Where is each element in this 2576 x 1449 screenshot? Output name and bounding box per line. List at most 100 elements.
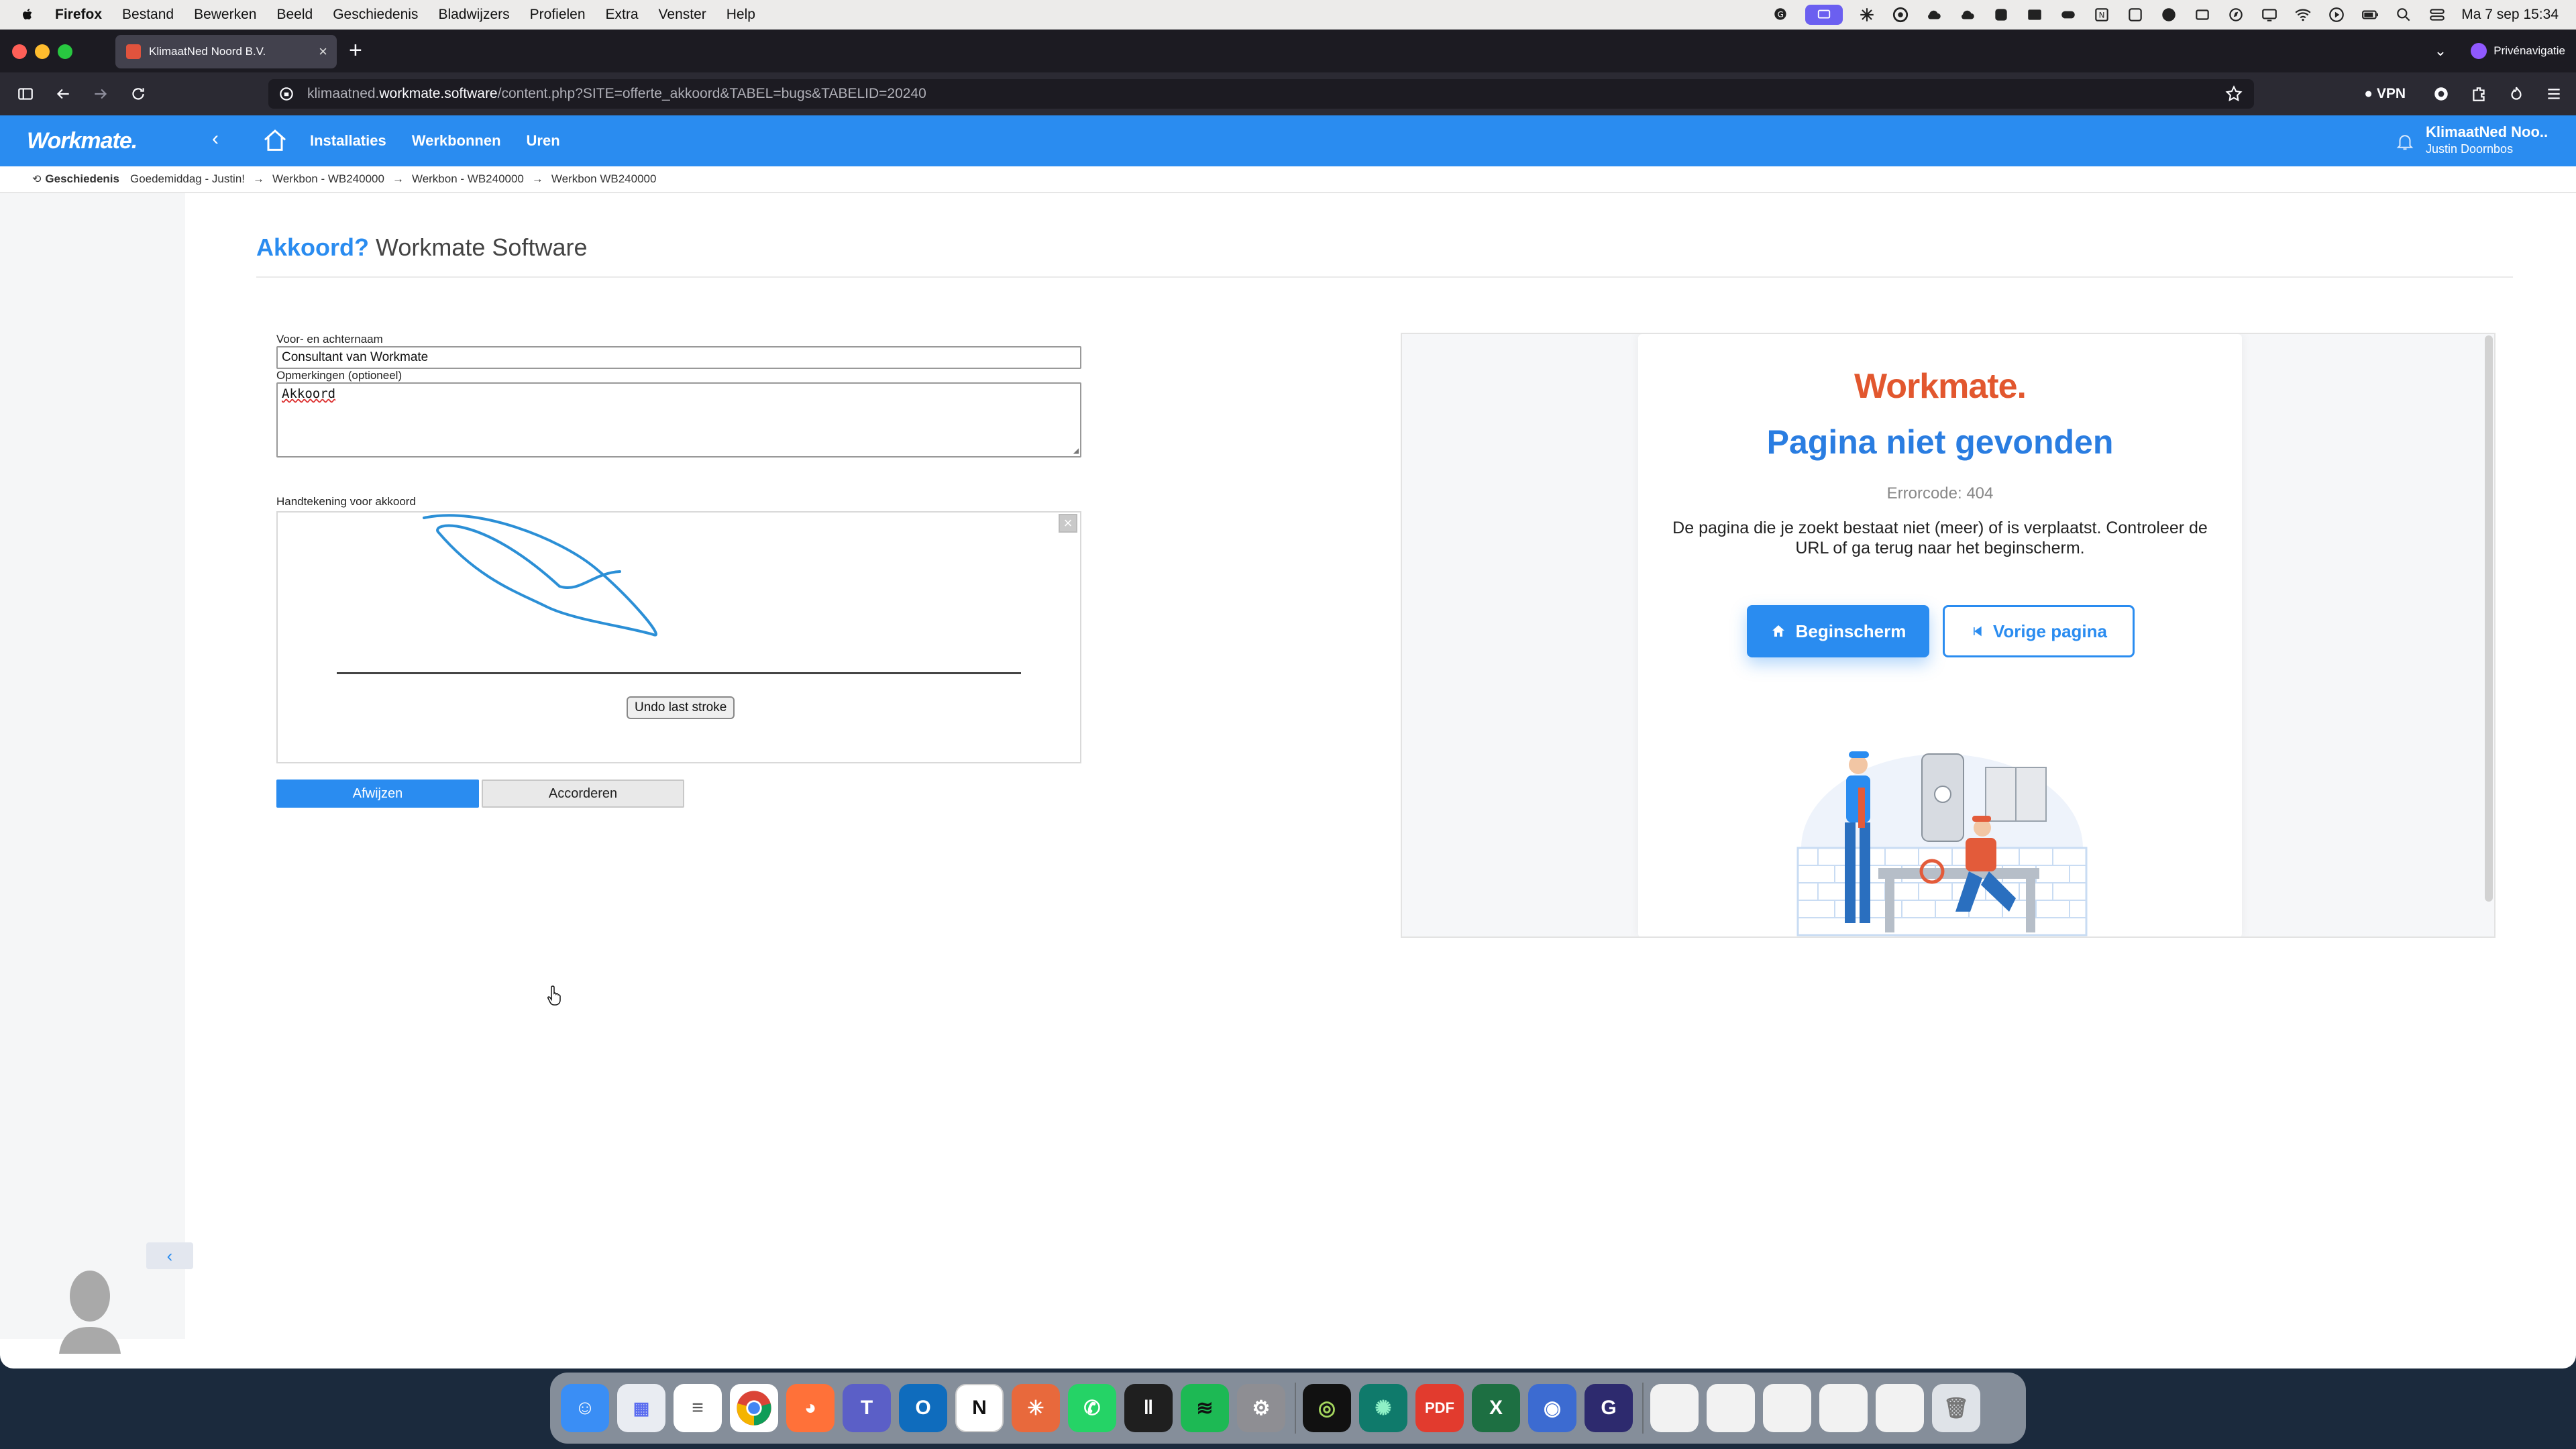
notion-status-icon[interactable]: N	[2092, 5, 2111, 24]
firefox-icon[interactable]: ◕	[786, 1384, 835, 1432]
reject-button[interactable]: Afwijzen	[276, 780, 479, 808]
settings-icon[interactable]: ⚙	[1237, 1384, 1285, 1432]
menu-extra[interactable]: Extra	[606, 7, 639, 23]
url-bar[interactable]: klimaatned. workmate.software/content.php…	[268, 79, 2254, 109]
home-screen-button[interactable]: Beginscherm	[1747, 605, 1929, 657]
search-app-icon[interactable]: G	[1772, 5, 1790, 24]
minimize-window-button[interactable]	[35, 44, 50, 59]
play-icon[interactable]	[2327, 5, 2346, 24]
bell-icon[interactable]	[2395, 131, 2415, 152]
accept-button[interactable]: Accorderen	[482, 780, 684, 808]
menu-app-name[interactable]: Firefox	[55, 7, 102, 23]
chrome-icon[interactable]	[730, 1384, 778, 1432]
extensions-icon[interactable]	[2470, 85, 2487, 103]
excel-icon[interactable]: X	[1472, 1384, 1520, 1432]
breadcrumb-item[interactable]: Goedemiddag - Justin!	[130, 172, 245, 186]
trash-icon[interactable]: 🗑	[1932, 1384, 1980, 1432]
avatar[interactable]	[56, 1267, 123, 1354]
screen-control-icon[interactable]	[1805, 5, 1843, 25]
menu-venster[interactable]: Venster	[659, 7, 706, 23]
menu-beeld[interactable]: Beeld	[276, 7, 313, 23]
extension-status-icon[interactable]	[1992, 5, 2010, 24]
apple-icon[interactable]	[17, 5, 38, 25]
tab-active[interactable]: KlimaatNed Noord B.V. ×	[115, 35, 337, 68]
bookmark-star-icon[interactable]	[2224, 85, 2243, 103]
whatsapp-icon[interactable]: ✆	[1068, 1384, 1116, 1432]
breadcrumb-history[interactable]: Geschiedenis	[45, 172, 119, 186]
finder-icon[interactable]: ☺	[561, 1384, 609, 1432]
workmate-logo[interactable]: Workmate.	[27, 128, 138, 154]
name-field[interactable]: Consultant van Workmate	[276, 346, 1081, 369]
tab-list-chevron-icon[interactable]: ⌄	[2434, 42, 2447, 60]
sidebar-collapse-button[interactable]: ‹	[146, 1242, 193, 1269]
audio-icon[interactable]: ‖	[1124, 1384, 1173, 1432]
wifi-icon[interactable]	[2294, 5, 2312, 24]
account-icon[interactable]	[2432, 85, 2450, 103]
undo-last-stroke-button[interactable]: Undo last stroke	[627, 696, 735, 719]
menu-geschiedenis[interactable]: Geschiedenis	[333, 7, 418, 23]
reminders-icon[interactable]: ≡	[674, 1384, 722, 1432]
nav-uren[interactable]: Uren	[527, 132, 560, 150]
signature-pad[interactable]: × Undo last stroke	[276, 511, 1081, 763]
document-stack-icon[interactable]	[1819, 1384, 1868, 1432]
cloud-icon[interactable]	[1925, 5, 1943, 24]
control-center-icon[interactable]	[2428, 5, 2447, 24]
outlook-icon[interactable]: O	[899, 1384, 947, 1432]
spotify-icon[interactable]: ≋	[1181, 1384, 1229, 1432]
scan-icon[interactable]	[2126, 5, 2145, 24]
display-icon[interactable]	[2260, 5, 2279, 24]
document-stack-icon[interactable]	[1650, 1384, 1699, 1432]
app-icon[interactable]: G	[1585, 1384, 1633, 1432]
nav-installaties[interactable]: Installaties	[310, 132, 386, 150]
previous-page-button[interactable]: Vorige pagina	[1943, 605, 2135, 657]
colorful-app-icon[interactable]	[2159, 5, 2178, 24]
app-icon[interactable]: ✺	[1359, 1384, 1407, 1432]
forward-icon[interactable]	[89, 82, 113, 106]
new-tab-button[interactable]: +	[349, 39, 362, 62]
cloud-sync-icon[interactable]	[1958, 5, 1977, 24]
pdf-icon[interactable]: PDF	[1415, 1384, 1464, 1432]
spotlight-search-icon[interactable]	[2394, 5, 2413, 24]
vpn-button[interactable]: ● VPN	[2364, 86, 2406, 102]
menu-help[interactable]: Help	[727, 7, 755, 23]
menu-profielen[interactable]: Profielen	[530, 7, 586, 23]
compass-icon[interactable]	[2226, 5, 2245, 24]
user-menu[interactable]: KlimaatNed Noo.. Justin Doornbos	[2426, 123, 2560, 156]
menubar-clock[interactable]: Ma 7 sep 15:34	[2461, 7, 2559, 23]
pdf-status-icon[interactable]	[2025, 5, 2044, 24]
back-icon[interactable]	[51, 82, 75, 106]
document-stack-icon[interactable]	[1763, 1384, 1811, 1432]
zoom-window-button[interactable]	[58, 44, 72, 59]
close-window-button[interactable]	[12, 44, 27, 59]
app-menu-icon[interactable]	[2545, 85, 2563, 103]
frame-scrollbar[interactable]	[2485, 335, 2493, 902]
document-stack-icon[interactable]	[1876, 1384, 1924, 1432]
game-controller-icon[interactable]	[2059, 5, 2078, 24]
notion-icon[interactable]: N	[955, 1384, 1004, 1432]
remarks-textarea[interactable]: Akkoord ◢	[276, 382, 1081, 458]
asterisk-icon[interactable]	[1858, 5, 1876, 24]
menu-bestand[interactable]: Bestand	[122, 7, 174, 23]
site-info-icon[interactable]	[278, 85, 295, 103]
sidebar-toggle-icon[interactable]	[13, 82, 38, 106]
launchpad-icon[interactable]: ▦	[617, 1384, 665, 1432]
nav-werkbonnen[interactable]: Werkbonnen	[412, 132, 501, 150]
battery-icon[interactable]	[2361, 5, 2379, 24]
close-tab-icon[interactable]: ×	[319, 43, 327, 60]
grammarly-icon[interactable]	[1891, 5, 1910, 24]
extension-flame-icon[interactable]	[2508, 85, 2525, 103]
document-stack-icon[interactable]	[1707, 1384, 1755, 1432]
breadcrumb-item[interactable]: Werkbon - WB240000	[272, 172, 384, 186]
menu-bladwijzers[interactable]: Bladwijzers	[438, 7, 509, 23]
breadcrumb-item[interactable]: Werkbon - WB240000	[412, 172, 524, 186]
collapse-menu-chevron-icon[interactable]: ‹	[212, 127, 219, 150]
home-icon[interactable]	[262, 127, 288, 154]
teams-icon[interactable]: T	[843, 1384, 891, 1432]
app-icon[interactable]: ◉	[1528, 1384, 1576, 1432]
claude-icon[interactable]: ✳	[1012, 1384, 1060, 1432]
app-icon[interactable]: ◎	[1303, 1384, 1351, 1432]
reload-icon[interactable]	[126, 82, 150, 106]
window-icon[interactable]	[2193, 5, 2212, 24]
resize-handle-icon[interactable]: ◢	[1073, 445, 1079, 456]
breadcrumb-item[interactable]: Werkbon WB240000	[551, 172, 657, 186]
